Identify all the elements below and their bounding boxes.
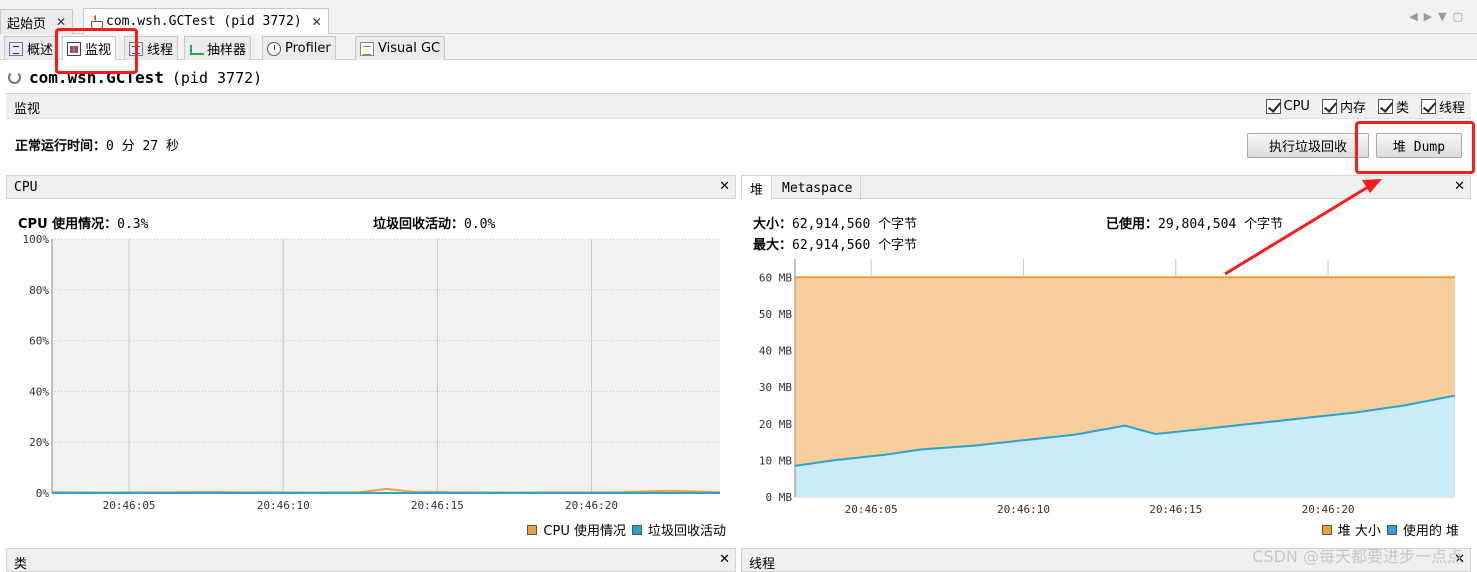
arrow-head: [1362, 179, 1382, 193]
annotation-arrow: [1224, 179, 1382, 276]
arrow-line: [1224, 185, 1369, 276]
